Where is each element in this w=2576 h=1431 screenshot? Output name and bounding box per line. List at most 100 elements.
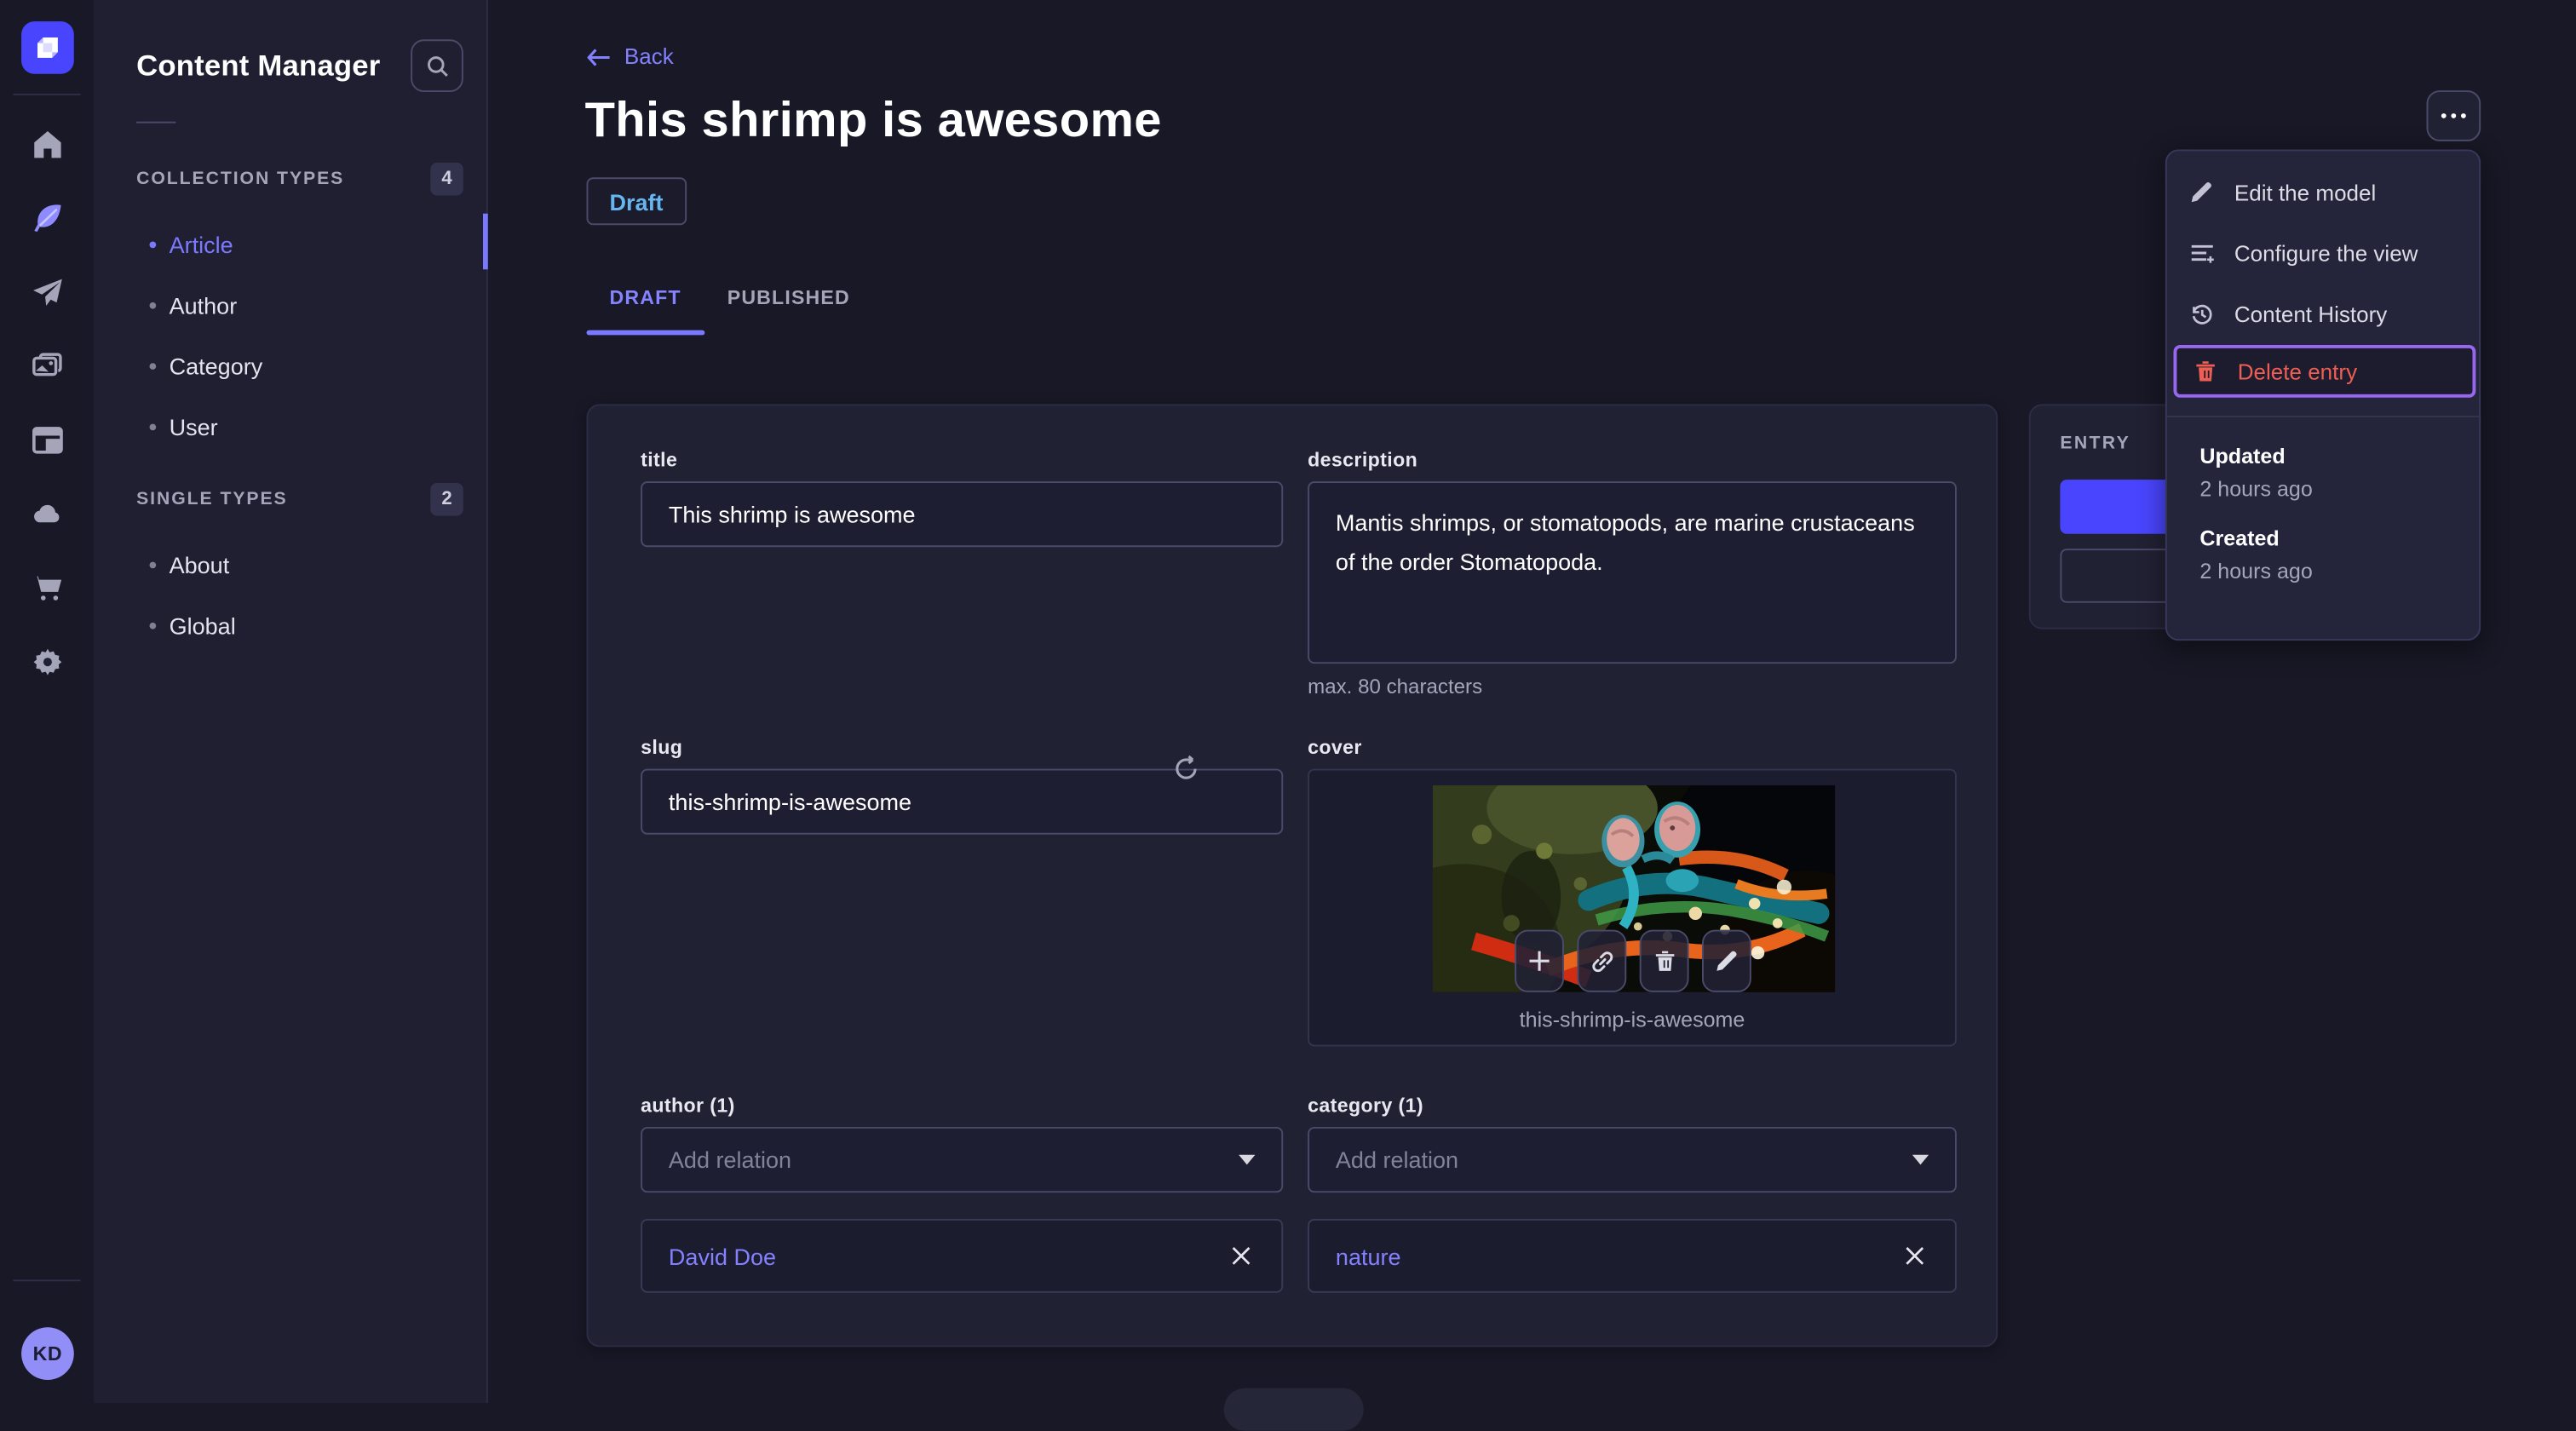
bullet-icon bbox=[149, 560, 157, 568]
back-link[interactable]: Back bbox=[586, 44, 674, 69]
bullet-icon bbox=[149, 240, 157, 248]
menu-item-configure-the-view[interactable]: Configure the view bbox=[2173, 228, 2475, 278]
remove-author-relation-button[interactable] bbox=[1228, 1242, 1256, 1270]
category-relation-item: nature bbox=[1308, 1218, 1957, 1293]
nav-content-manager-button[interactable] bbox=[17, 188, 77, 249]
created-label: Created bbox=[2199, 526, 2280, 551]
regenerate-slug-button[interactable] bbox=[1171, 754, 1201, 784]
plus-icon bbox=[1529, 951, 1550, 971]
created-value: 2 hours ago bbox=[2199, 558, 2313, 583]
tab-published[interactable]: PUBLISHED bbox=[704, 276, 873, 330]
floating-widget[interactable] bbox=[1223, 1388, 1364, 1431]
refresh-icon bbox=[1176, 755, 1197, 779]
user-avatar[interactable]: KD bbox=[21, 1327, 74, 1380]
close-icon bbox=[1906, 1247, 1924, 1265]
edit-asset-button[interactable] bbox=[1701, 929, 1751, 992]
updated-value: 2 hours ago bbox=[2199, 476, 2313, 502]
edit-form-panel: title description Mantis shrimps, or sto… bbox=[586, 404, 1998, 1348]
search-icon bbox=[427, 55, 447, 77]
sidebar-item-label: Article bbox=[169, 230, 233, 257]
nav-media-library-button[interactable] bbox=[17, 336, 76, 395]
sidebar-item-label: Global bbox=[169, 612, 236, 639]
category-relation-combobox[interactable]: Add relation bbox=[1308, 1126, 1957, 1193]
entry-title: This shrimp is awesome bbox=[584, 93, 1162, 148]
description-field-label: description bbox=[1308, 448, 1418, 472]
sidebar-item-label: Category bbox=[169, 352, 263, 379]
list-plus-icon bbox=[2188, 242, 2215, 263]
sidebar-item-author[interactable]: Author bbox=[94, 274, 488, 335]
sidebar-item-about[interactable]: About bbox=[94, 534, 488, 595]
search-button[interactable] bbox=[411, 39, 463, 92]
author-field-label: author (1) bbox=[641, 1094, 735, 1118]
nav-home-button[interactable] bbox=[17, 115, 76, 174]
nav-settings-button[interactable] bbox=[17, 632, 76, 691]
nav-marketplace-button[interactable] bbox=[17, 559, 76, 618]
add-asset-button[interactable] bbox=[1515, 929, 1564, 992]
sidebar-item-user[interactable]: User bbox=[94, 396, 488, 457]
layout-icon bbox=[32, 427, 62, 454]
chevron-down-icon bbox=[1239, 1154, 1256, 1165]
cart-icon bbox=[32, 576, 61, 601]
nav-cloud-button[interactable] bbox=[17, 485, 76, 543]
combobox-placeholder: Add relation bbox=[1335, 1147, 1459, 1173]
cover-filename: this-shrimp-is-awesome bbox=[1519, 1007, 1745, 1032]
bullet-icon bbox=[149, 422, 157, 430]
menu-item-edit-the-model[interactable]: Edit the model bbox=[2173, 168, 2475, 217]
strapi-logo[interactable] bbox=[21, 21, 74, 74]
collection-types-count-badge: 4 bbox=[430, 162, 463, 196]
divider bbox=[136, 121, 176, 124]
sidebar-item-label: Author bbox=[169, 291, 238, 319]
menu-item-label: Content History bbox=[2234, 301, 2388, 326]
nav-releases-button[interactable] bbox=[17, 263, 76, 322]
close-icon bbox=[1232, 1247, 1251, 1265]
pencil-icon bbox=[2188, 181, 2215, 204]
menu-divider bbox=[2166, 415, 2480, 417]
single-types-count-badge: 2 bbox=[430, 482, 463, 516]
link-icon bbox=[1591, 951, 1613, 972]
author-relation-item: David Doe bbox=[641, 1218, 1284, 1293]
menu-item-label: Delete entry bbox=[2237, 359, 2358, 384]
section-label-collection-types: COLLECTION TYPES bbox=[136, 169, 345, 189]
section-label-single-types: SINGLE TYPES bbox=[136, 489, 288, 509]
more-options-button[interactable] bbox=[2426, 90, 2481, 141]
menu-item-label: Edit the model bbox=[2234, 180, 2377, 205]
sidebar-item-global[interactable]: Global bbox=[94, 595, 488, 655]
page-title: Content Manager bbox=[136, 48, 381, 82]
chevron-down-icon bbox=[1912, 1154, 1929, 1165]
description-textarea[interactable]: Mantis shrimps, or stomatopods, are mari… bbox=[1308, 481, 1957, 664]
feather-icon bbox=[33, 204, 60, 233]
tab-draft[interactable]: DRAFT bbox=[586, 276, 704, 330]
relation-link-nature[interactable]: nature bbox=[1336, 1243, 1401, 1269]
home-icon bbox=[33, 131, 60, 158]
cover-field-label: cover bbox=[1308, 735, 1362, 759]
remove-category-relation-button[interactable] bbox=[1900, 1242, 1929, 1270]
nav-content-type-builder-button[interactable] bbox=[17, 411, 76, 469]
bullet-icon bbox=[149, 362, 157, 369]
sidebar-divider bbox=[13, 1279, 81, 1282]
combobox-placeholder: Add relation bbox=[668, 1147, 792, 1173]
delete-asset-button[interactable] bbox=[1639, 929, 1689, 992]
back-label: Back bbox=[624, 44, 674, 69]
paper-plane-icon bbox=[32, 279, 61, 306]
trash-icon bbox=[2192, 359, 2218, 382]
author-relation-combobox[interactable]: Add relation bbox=[641, 1126, 1284, 1193]
menu-item-label: Configure the view bbox=[2234, 240, 2418, 266]
entry-context-menu: Edit the model Configure the view Conten… bbox=[2165, 149, 2481, 641]
cover-field: this-shrimp-is-awesome bbox=[1308, 768, 1957, 1047]
relation-link-david-doe[interactable]: David Doe bbox=[669, 1243, 776, 1269]
sidebar-item-article[interactable]: Article bbox=[94, 214, 488, 274]
entry-panel-title: ENTRY bbox=[2060, 434, 2131, 454]
active-tab-underline bbox=[586, 330, 705, 336]
slug-field-label: slug bbox=[641, 735, 683, 759]
app-window: KD Content Manager COLLECTION TYPES 4 Ar… bbox=[0, 0, 2576, 1431]
sidebar-divider bbox=[13, 93, 81, 95]
cloud-icon bbox=[33, 504, 59, 523]
title-input[interactable] bbox=[641, 481, 1284, 548]
copy-link-button[interactable] bbox=[1577, 929, 1627, 992]
bullet-icon bbox=[149, 301, 157, 308]
sidebar-item-category[interactable]: Category bbox=[94, 335, 488, 395]
ellipsis-icon bbox=[2441, 113, 2447, 118]
menu-item-content-history[interactable]: Content History bbox=[2173, 289, 2475, 338]
menu-item-delete-entry[interactable]: Delete entry bbox=[2173, 344, 2476, 398]
secondary-sidebar: Content Manager COLLECTION TYPES 4 Artic… bbox=[93, 0, 488, 1403]
